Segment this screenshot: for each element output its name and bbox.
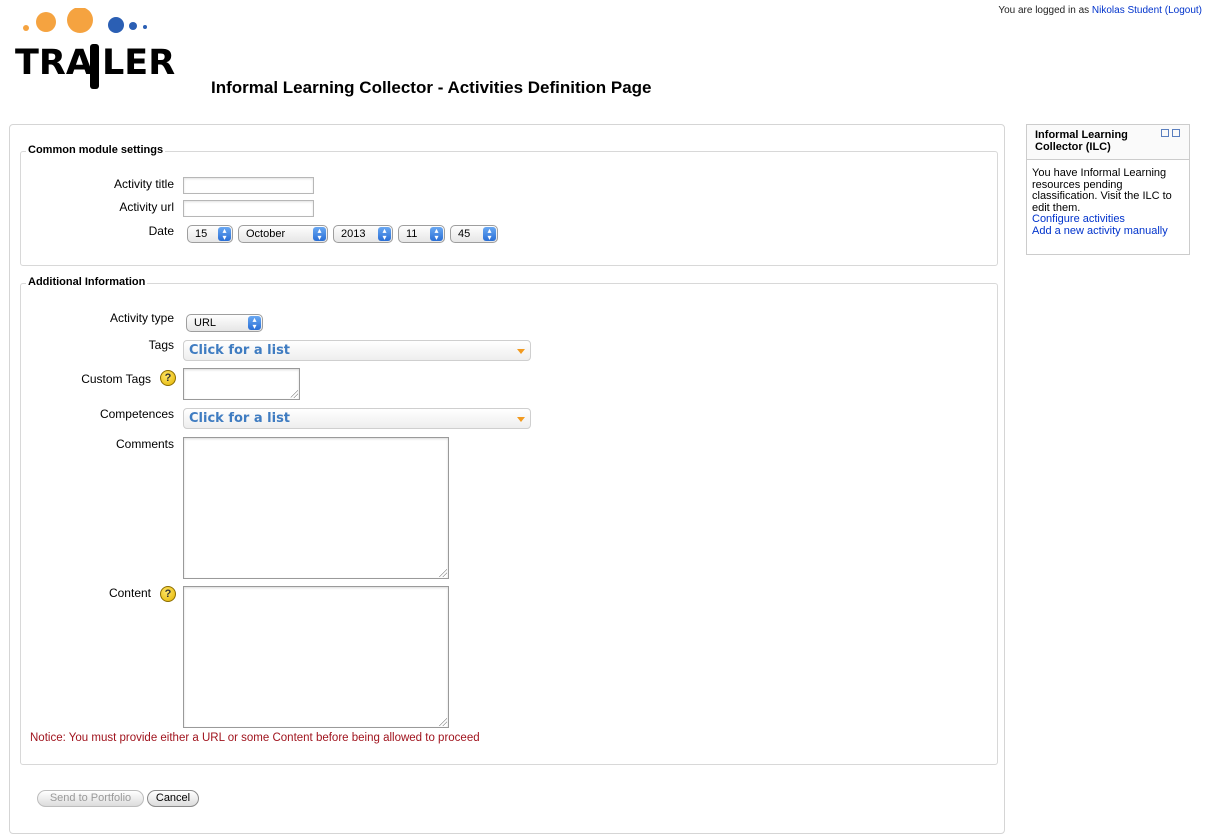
resize-grip-icon[interactable] xyxy=(439,569,447,577)
select-arrows-icon: ▴ ▾ xyxy=(313,227,326,242)
caret-down-icon xyxy=(517,417,525,422)
login-info: You are logged in as Nikolas Student (Lo… xyxy=(998,5,1202,16)
hour-value: 11 xyxy=(406,228,418,240)
activity-title-input[interactable] xyxy=(183,177,314,194)
minute-value: 45 xyxy=(458,228,471,240)
cancel-button[interactable]: Cancel xyxy=(147,790,199,807)
resize-grip-icon[interactable] xyxy=(439,718,447,726)
activity-url-label: Activity url xyxy=(119,200,174,214)
activity-title-label: Activity title xyxy=(113,177,174,191)
ilc-block-body: You have Informal Learning resources pen… xyxy=(1027,160,1189,237)
activity-form: Common module settings Activity title Ac… xyxy=(9,124,1005,834)
collapse-icon[interactable] xyxy=(1161,129,1169,137)
common-settings-legend: Common module settings xyxy=(26,144,166,156)
user-link[interactable]: Nikolas Student xyxy=(1092,5,1162,16)
logout-link[interactable]: (Logout) xyxy=(1165,5,1202,16)
select-arrows-icon: ▴ ▾ xyxy=(378,227,391,242)
ilc-block-title: Informal Learning Collector (ILC) xyxy=(1035,129,1128,153)
common-settings-fieldset: Common module settings Activity title Ac… xyxy=(20,144,998,266)
svg-text:LER: LER xyxy=(102,43,175,83)
select-arrows-icon: ▴ ▾ xyxy=(248,316,261,331)
hour-select[interactable]: 11 ▴ ▾ xyxy=(398,225,445,243)
day-value: 15 xyxy=(195,228,208,240)
activity-type-label: Activity type xyxy=(109,311,174,325)
year-value: 2013 xyxy=(341,228,366,240)
ilc-block: Informal Learning Collector (ILC) You ha… xyxy=(1026,124,1190,255)
comments-textarea[interactable] xyxy=(183,437,449,579)
comments-label: Comments xyxy=(115,437,174,451)
month-select[interactable]: October ▴ ▾ xyxy=(238,225,328,243)
additional-info-legend: Additional Information xyxy=(26,276,148,288)
tags-placeholder: Click for a list xyxy=(189,343,291,358)
caret-down-icon xyxy=(517,349,525,354)
ilc-block-header: Informal Learning Collector (ILC) xyxy=(1027,125,1189,160)
send-to-portfolio-button[interactable]: Send to Portfolio xyxy=(37,790,144,807)
minute-select[interactable]: 45 ▴ ▾ xyxy=(450,225,498,243)
competences-placeholder: Click for a list xyxy=(189,411,291,426)
activity-type-select[interactable]: URL ▴ ▾ xyxy=(186,314,263,332)
page-title: Informal Learning Collector - Activities… xyxy=(211,78,652,97)
activity-type-value: URL xyxy=(194,317,217,329)
validation-notice: Notice: You must provide either a URL or… xyxy=(30,732,480,744)
select-arrows-icon: ▴ ▾ xyxy=(430,227,443,242)
competences-select[interactable]: Click for a list xyxy=(183,408,531,429)
day-select[interactable]: 15 ▴ ▾ xyxy=(187,225,233,243)
content-label: Content xyxy=(108,586,151,600)
resize-grip-icon[interactable] xyxy=(290,390,298,398)
custom-tags-label: Custom Tags xyxy=(81,372,151,386)
month-value: October xyxy=(246,228,286,240)
login-prefix: You are logged in as xyxy=(998,5,1090,16)
year-select[interactable]: 2013 ▴ ▾ xyxy=(333,225,393,243)
custom-tags-textarea[interactable] xyxy=(183,368,300,400)
help-icon[interactable]: ? xyxy=(160,370,176,386)
configure-activities-link[interactable]: Configure activities xyxy=(1032,213,1184,226)
add-activity-link[interactable]: Add a new activity manually xyxy=(1032,225,1184,238)
date-label: Date xyxy=(148,224,174,238)
competences-label: Competences xyxy=(99,407,174,421)
content-textarea[interactable] xyxy=(183,586,449,728)
help-icon[interactable]: ? xyxy=(160,586,176,602)
activity-url-input[interactable] xyxy=(183,200,314,217)
select-arrows-icon: ▴ ▾ xyxy=(218,227,231,242)
tags-label: Tags xyxy=(148,338,174,352)
trailer-logo: TRA LER xyxy=(15,8,175,89)
dock-icon[interactable] xyxy=(1172,129,1180,137)
svg-text:TRA: TRA xyxy=(15,43,93,83)
tags-select[interactable]: Click for a list xyxy=(183,340,531,361)
select-arrows-icon: ▴ ▾ xyxy=(483,227,496,242)
additional-info-fieldset: Additional Information Activity type URL… xyxy=(20,276,998,765)
block-controls xyxy=(1161,129,1181,138)
ilc-message: You have Informal Learning resources pen… xyxy=(1032,167,1172,214)
